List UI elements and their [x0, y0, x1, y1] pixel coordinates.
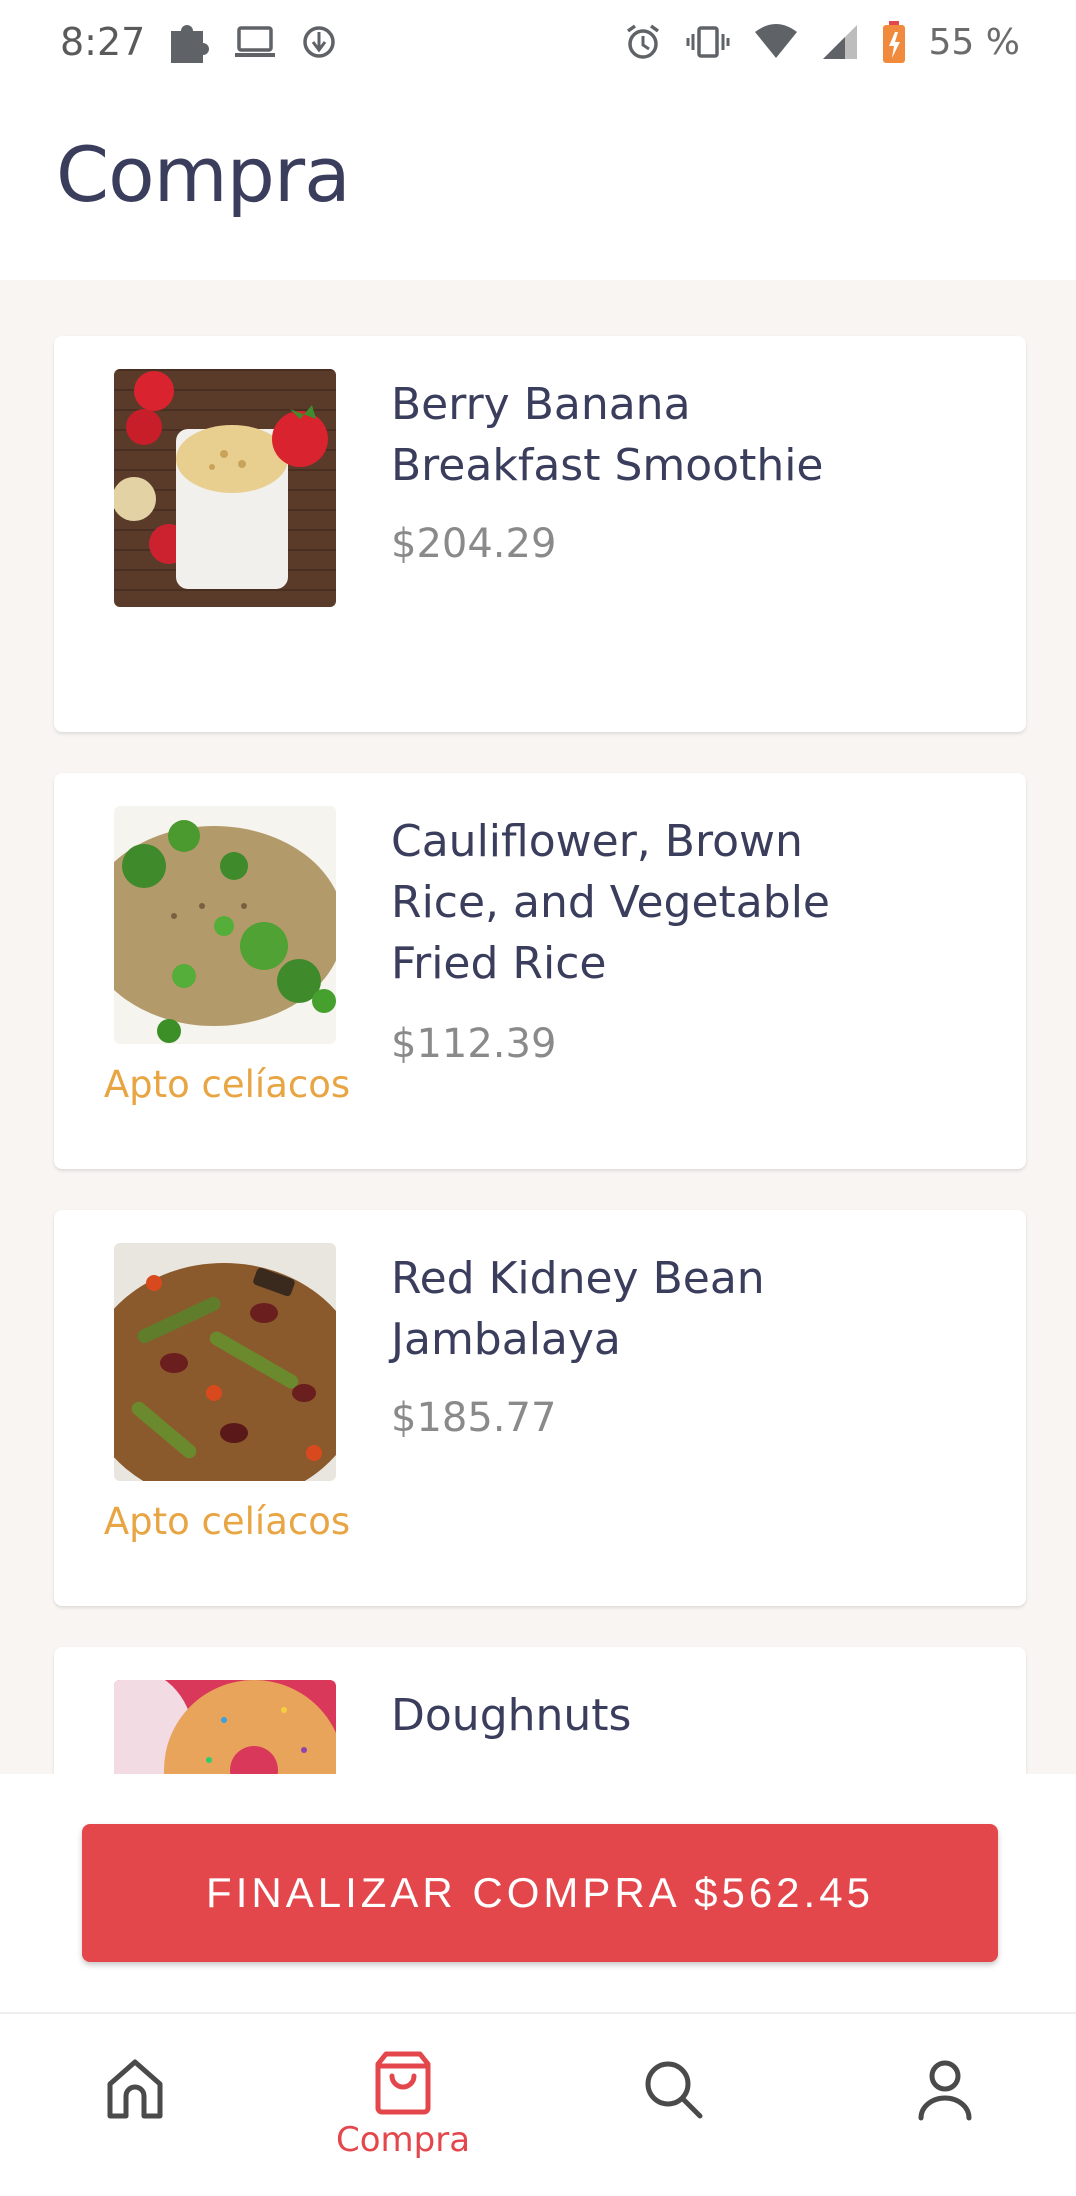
signal-icon	[821, 23, 859, 61]
bottom-nav: Compra	[0, 2012, 1076, 2196]
status-left: 8:27	[60, 19, 339, 65]
puzzle-icon	[167, 19, 211, 65]
item-title: Cauliflower, Brown Rice, and Vegetable F…	[391, 816, 830, 989]
search-icon	[645, 2061, 703, 2119]
nav-search[interactable]	[573, 2014, 773, 2196]
gluten-free-badge: Apto celíacos	[103, 1063, 351, 1106]
app-screen: 8:27 55 % Compra Berry Banana Breakfast …	[0, 0, 1076, 2196]
item-image-doughnuts	[114, 1680, 336, 1774]
item-price: $112.39	[391, 1021, 557, 1067]
nav-profile[interactable]	[845, 2014, 1045, 2196]
vibrate-icon	[685, 22, 731, 62]
laptop-icon	[233, 22, 277, 62]
item-title: Berry Banana Breakfast Smoothie	[391, 379, 824, 491]
shopping-bag-icon	[375, 2051, 431, 2115]
wifi-icon	[753, 22, 799, 62]
cart-item[interactable]: Berry Banana Breakfast Smoothie $204.29	[54, 336, 1026, 732]
profile-icon	[918, 2060, 972, 2121]
data-saver-icon	[299, 22, 339, 62]
gluten-free-badge: Apto celíacos	[103, 1500, 351, 1543]
item-image-jambalaya	[114, 1243, 336, 1481]
cart-item[interactable]: Doughnuts	[54, 1647, 1026, 1774]
item-image-smoothie	[114, 369, 336, 607]
cart-list[interactable]: Berry Banana Breakfast Smoothie $204.29	[0, 280, 1076, 1774]
nav-compra[interactable]: Compra	[303, 2014, 503, 2196]
item-price: $204.29	[391, 521, 557, 567]
checkout-area: FINALIZAR COMPRA $562.45	[0, 1774, 1076, 2010]
status-time: 8:27	[60, 20, 146, 64]
page-title: Compra	[56, 130, 351, 219]
item-title: Red Kidney Bean Jambalaya	[391, 1253, 765, 1365]
item-image-fried-rice	[114, 806, 336, 1044]
nav-compra-label: Compra	[335, 2120, 471, 2160]
battery-icon	[881, 20, 907, 64]
status-right: 55 %	[623, 20, 1020, 64]
header: Compra	[0, 84, 1076, 280]
status-bar: 8:27 55 %	[0, 0, 1076, 84]
cart-item[interactable]: Cauliflower, Brown Rice, and Vegetable F…	[54, 773, 1026, 1169]
battery-percentage: 55 %	[928, 21, 1020, 63]
item-title: Doughnuts	[391, 1690, 632, 1741]
home-icon	[107, 2059, 163, 2119]
nav-home[interactable]	[35, 2014, 235, 2196]
item-price: $185.77	[391, 1395, 557, 1441]
cart-item[interactable]: Red Kidney Bean Jambalaya $185.77 Apto c…	[54, 1210, 1026, 1606]
alarm-icon	[623, 22, 663, 62]
checkout-button[interactable]: FINALIZAR COMPRA $562.45	[82, 1824, 998, 1962]
